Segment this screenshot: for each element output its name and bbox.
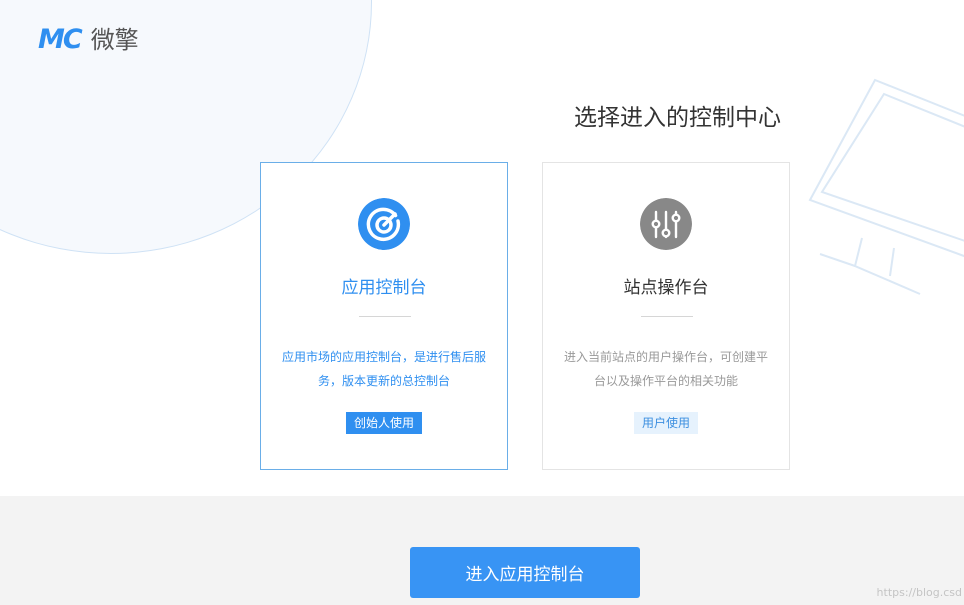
logo-mark: MC — [38, 24, 83, 55]
card-divider — [359, 316, 411, 317]
sliders-icon — [640, 198, 692, 250]
brand-logo[interactable]: MC 微擎 — [38, 24, 139, 56]
app-console-card[interactable]: 应用控制台 应用市场的应用控制台，是进行售后服务，版本更新的总控制台 创始人使用 — [260, 162, 508, 470]
card-description: 进入当前站点的用户操作台，可创建平台以及操作平台的相关功能 — [563, 350, 768, 388]
logo-text: 微擎 — [90, 26, 139, 54]
card-divider — [641, 316, 693, 317]
enter-app-console-button[interactable]: 进入应用控制台 — [410, 547, 640, 598]
monitor-illustration — [808, 78, 964, 295]
founder-use-badge: 创始人使用 — [345, 412, 423, 434]
site-console-card[interactable]: 站点操作台 进入当前站点的用户操作台，可创建平台以及操作平台的相关功能 用户使用 — [542, 162, 790, 470]
card-title: 站点操作台 — [623, 278, 709, 298]
card-description: 应用市场的应用控制台，是进行售后服务，版本更新的总控制台 — [281, 350, 486, 388]
page-title: 选择进入的控制中心 — [574, 105, 781, 131]
card-title: 应用控制台 — [341, 278, 427, 298]
control-center-selector-page: MC 微擎 选择进入的控制中心 应用控制台 应用市场的应用控制台，是进行售后服务… — [0, 0, 964, 605]
watermark: https://blog.csd — [876, 586, 962, 599]
user-use-badge: 用户使用 — [633, 412, 699, 434]
footer-bar: 进入应用控制台 https://blog.csd — [0, 496, 964, 605]
speedometer-icon — [358, 198, 410, 250]
